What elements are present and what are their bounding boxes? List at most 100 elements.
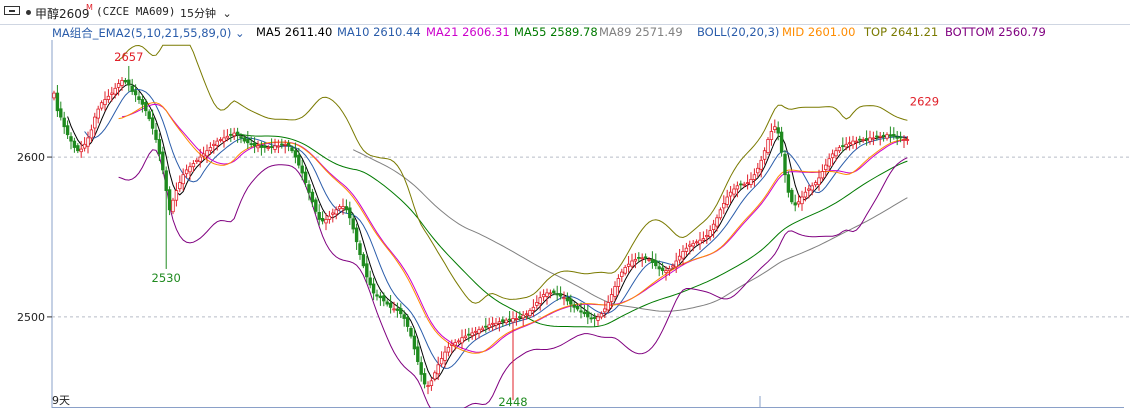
candle-body bbox=[807, 188, 811, 191]
candle-body bbox=[548, 292, 553, 295]
candle-body bbox=[191, 163, 196, 168]
candle-body bbox=[399, 308, 403, 315]
candle-body bbox=[776, 127, 780, 134]
y-tick-label-2500: 2500 bbox=[17, 311, 45, 324]
candle-body bbox=[99, 102, 104, 109]
instrument-title[interactable]: 甲醇2609 bbox=[35, 5, 90, 22]
candle bbox=[96, 105, 100, 124]
candle-body bbox=[473, 330, 478, 333]
candle-body bbox=[354, 227, 359, 243]
candle bbox=[310, 188, 315, 208]
candle-body bbox=[705, 234, 709, 238]
candle-body bbox=[708, 230, 712, 237]
candle bbox=[246, 131, 250, 149]
candle-body bbox=[691, 242, 695, 247]
candle bbox=[623, 264, 627, 276]
candle bbox=[769, 123, 774, 146]
candle-body bbox=[538, 297, 542, 304]
candle-body bbox=[783, 153, 787, 176]
candle bbox=[344, 199, 349, 214]
candle-body bbox=[225, 135, 230, 139]
candle-body bbox=[154, 129, 158, 140]
candle-body bbox=[467, 333, 471, 336]
series-ma55-line bbox=[237, 133, 908, 328]
series-top-line bbox=[118, 44, 908, 304]
candle-body bbox=[164, 170, 168, 192]
candle-body bbox=[579, 310, 583, 313]
candle-body bbox=[86, 137, 90, 147]
candle-body bbox=[592, 317, 597, 319]
candle-body bbox=[229, 134, 233, 136]
candle-body bbox=[630, 260, 634, 267]
candle bbox=[273, 138, 277, 153]
candle bbox=[698, 232, 702, 250]
candle-body bbox=[606, 302, 610, 311]
period-selector[interactable]: 15分钟 ⌄ bbox=[180, 5, 232, 21]
candle bbox=[562, 291, 566, 306]
candle bbox=[790, 187, 794, 205]
candle bbox=[218, 137, 223, 143]
candle-body bbox=[654, 260, 658, 267]
candle bbox=[793, 194, 797, 212]
candle bbox=[174, 182, 179, 207]
candle-body bbox=[837, 147, 842, 152]
candle bbox=[501, 316, 505, 327]
candle-body bbox=[898, 136, 903, 139]
chevron-down-icon: ⌄ bbox=[222, 7, 232, 20]
candle-body bbox=[728, 191, 733, 197]
candle bbox=[59, 101, 63, 121]
candle bbox=[824, 158, 828, 177]
candle-body bbox=[841, 145, 845, 147]
candle bbox=[266, 145, 270, 151]
candle-body bbox=[297, 154, 301, 166]
candle bbox=[820, 164, 825, 182]
candle-body bbox=[558, 293, 563, 297]
candle-body bbox=[779, 131, 784, 153]
candle-body bbox=[773, 126, 777, 130]
candle-body bbox=[69, 136, 73, 142]
candle bbox=[694, 239, 699, 245]
candle-body bbox=[868, 137, 872, 142]
candle-body bbox=[657, 266, 661, 270]
candle bbox=[82, 137, 87, 152]
candle-body bbox=[72, 140, 77, 148]
candle bbox=[368, 270, 372, 289]
window-toggle-icon[interactable] bbox=[4, 6, 20, 15]
candle-body bbox=[436, 364, 440, 375]
candle-body bbox=[722, 202, 726, 209]
candle-body bbox=[834, 150, 838, 157]
candle-body bbox=[195, 159, 199, 163]
candle-body bbox=[715, 217, 719, 227]
candle-body bbox=[426, 385, 430, 388]
candle-body bbox=[79, 148, 83, 153]
candle-body bbox=[93, 116, 97, 129]
candle-body bbox=[817, 177, 821, 185]
candle bbox=[650, 251, 655, 269]
candle-body bbox=[477, 329, 481, 334]
candle bbox=[756, 162, 760, 178]
candle bbox=[749, 172, 753, 188]
candle-body bbox=[844, 143, 848, 148]
candle-body bbox=[314, 199, 318, 212]
candle bbox=[647, 256, 651, 263]
candle bbox=[178, 175, 182, 193]
candle-body bbox=[388, 302, 393, 308]
candle-body bbox=[905, 139, 910, 141]
candle bbox=[875, 130, 879, 141]
candle bbox=[348, 201, 352, 225]
candle-body bbox=[405, 317, 410, 327]
candle-body bbox=[184, 169, 189, 175]
candle-body bbox=[599, 313, 604, 318]
candle bbox=[722, 195, 726, 215]
candlestick-chart[interactable]: 2600 2500 9天 2657 2530 2448 2629 bbox=[0, 24, 1130, 408]
candle bbox=[541, 289, 546, 302]
candle-body bbox=[711, 223, 716, 230]
candle-body bbox=[116, 83, 121, 88]
candle bbox=[371, 277, 376, 301]
candle-body bbox=[456, 340, 461, 343]
candle bbox=[565, 292, 570, 306]
candle-body bbox=[144, 102, 148, 112]
candle bbox=[813, 180, 818, 188]
candle-body bbox=[732, 188, 736, 195]
candle-body bbox=[810, 185, 814, 191]
